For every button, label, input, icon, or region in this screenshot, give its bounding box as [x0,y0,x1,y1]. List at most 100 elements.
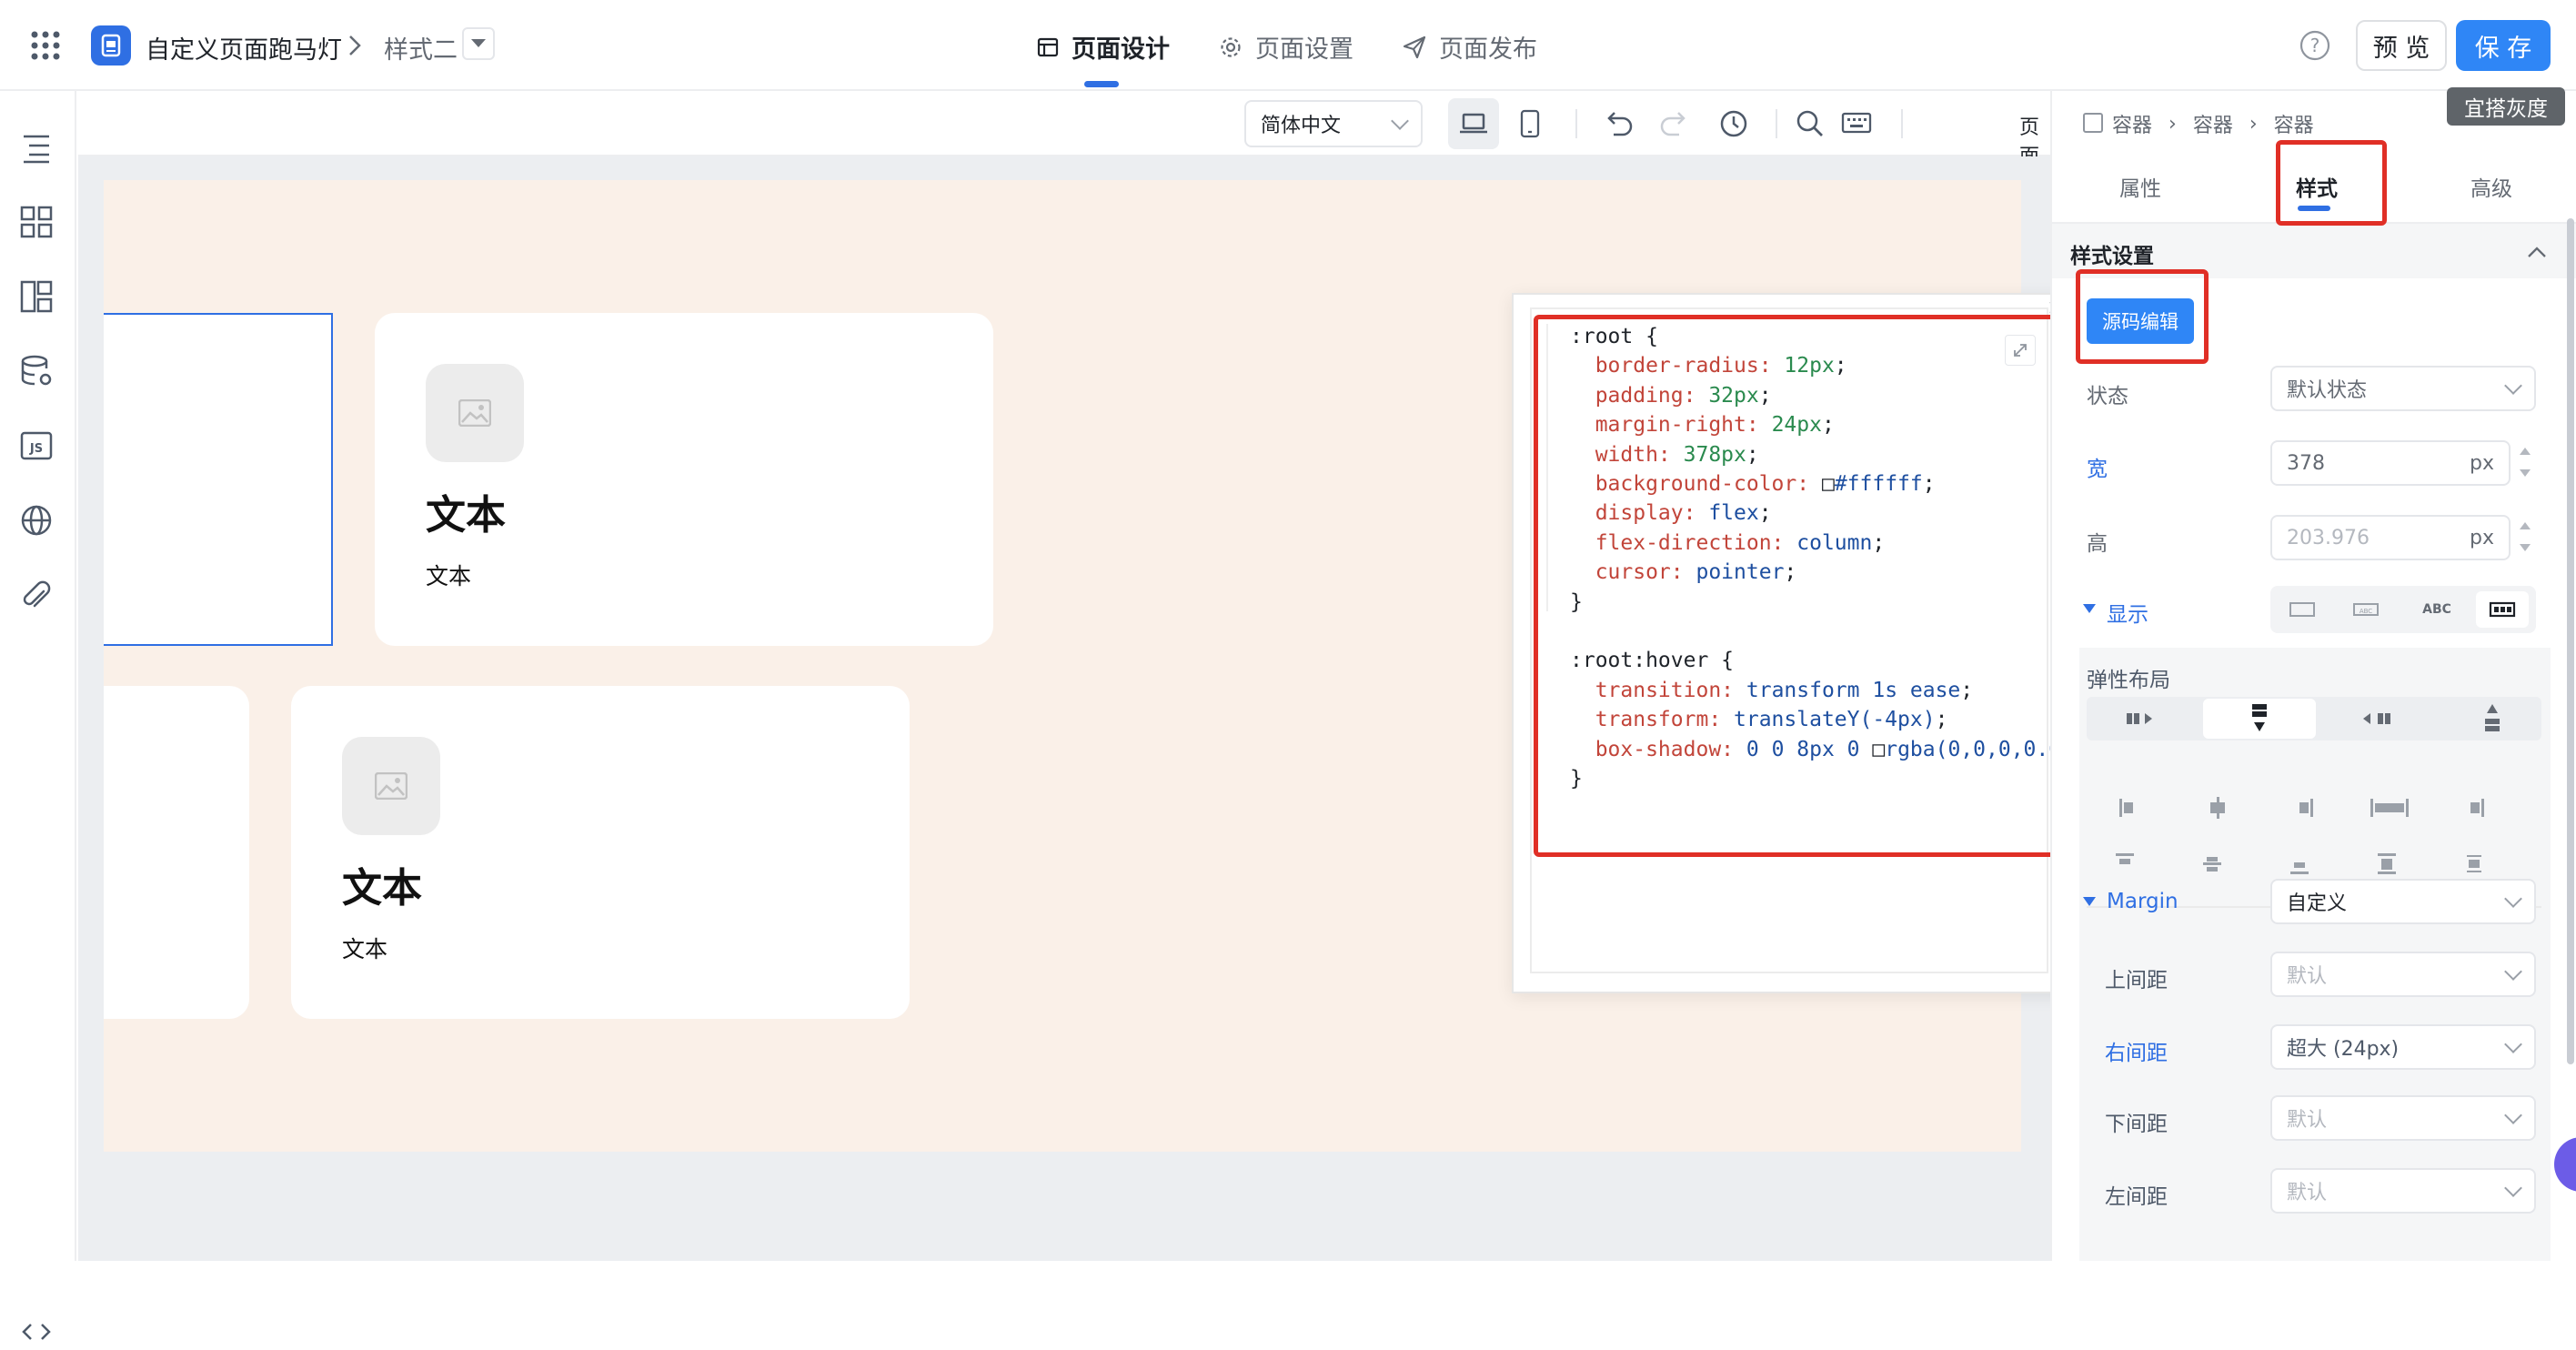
direction-row-icon[interactable] [2125,706,2161,731]
mobile-view-icon[interactable] [1519,109,1541,138]
code-brackets-icon[interactable] [18,1314,55,1350]
apps-grid-icon[interactable] [31,31,60,60]
layout-icon[interactable] [18,278,55,315]
active-tab-indicator [1084,81,1119,87]
stepper-arrows-icon[interactable] [2518,444,2532,480]
gear-icon [1221,36,1241,57]
breadcrumb-item[interactable]: 容器 [2112,109,2152,138]
tab-properties[interactable]: 属性 [2119,171,2161,202]
width-input[interactable]: 378 px [2270,440,2511,486]
height-input[interactable]: 203.976 px [2270,515,2511,560]
preview-button[interactable]: 预 览 [2356,20,2447,71]
state-select[interactable]: 默认状态 [2270,366,2536,411]
margin-left-label: 左间距 [2105,1185,2168,1209]
style-name[interactable]: 样式二 [384,30,458,65]
chevron-down-icon [2504,890,2522,908]
margin-bottom-value: 默认 [2287,1109,2328,1132]
breadcrumb-item[interactable]: 容器 [2193,109,2233,138]
display-label: 显示 [2107,603,2148,627]
globe-icon[interactable] [18,502,55,539]
justify-center-icon[interactable] [2194,851,2230,877]
search-icon[interactable] [1796,109,1825,138]
data-source-icon[interactable] [18,353,55,389]
canvas-toolbar: 简体中文 页面属性 new [78,91,2141,227]
display-inline-option[interactable]: ABC [2347,597,2385,622]
justify-end-icon[interactable] [2281,851,2318,877]
block-icon [2289,602,2315,617]
page-design-icon [1037,37,1059,56]
align-stretch-icon[interactable] [2367,795,2412,821]
margin-top-label: 上间距 [2105,969,2168,992]
height-value: 203.976 [2287,526,2370,549]
tab-label: 页面设计 [1072,35,1170,64]
image-placeholder [426,364,524,462]
carousel-card[interactable]: 文本 文本 [291,686,910,1019]
justify-start-icon[interactable] [2107,851,2143,877]
chevron-down-icon [2504,1179,2522,1197]
app-title[interactable]: 自定义页面跑马灯 [146,30,342,65]
carousel-card[interactable]: 文本 文本 [375,313,993,646]
display-block-option[interactable] [2287,597,2318,622]
width-value: 378 [2287,451,2325,475]
unit-label: px [2470,526,2494,549]
components-grid-icon[interactable] [18,204,55,240]
caret-down-icon[interactable] [2083,604,2096,615]
chevron-up-icon[interactable] [2527,246,2547,258]
outline-tree-icon[interactable] [18,129,55,166]
align-end-icon[interactable] [2287,795,2323,821]
direction-column-reverse-icon[interactable] [2474,702,2511,735]
display-inline-block-option[interactable]: ABC [2414,597,2460,622]
redo-icon[interactable] [1659,111,1690,136]
margin-bottom-select[interactable]: 默认 [2270,1095,2536,1141]
width-label: 宽 [2087,458,2108,481]
left-icon-rail: JS [0,91,76,1340]
tab-label: 页面发布 [1439,35,1537,64]
caret-down-icon [471,39,486,47]
chevron-right-icon: › [2168,112,2177,136]
top-bar: 自定义页面跑马灯 样式二 页面设计 页面设置 页面发布 ? 预 览 保 存 [0,0,2576,91]
chevron-down-icon [2504,377,2522,395]
undo-icon[interactable] [1603,111,1634,136]
tab-page-design[interactable]: 页面设计 [1037,29,1170,65]
tab-page-publish[interactable]: 页面发布 [1403,29,1537,65]
inline-icon: ABC [2353,603,2379,616]
save-button[interactable]: 保 存 [2456,20,2551,71]
component-breadcrumb: 容器 › 容器 › 容器 [2112,109,2314,138]
card-fragment[interactable] [104,686,249,1019]
align-center-icon[interactable] [2199,795,2236,821]
keyboard-icon[interactable] [1841,111,1872,135]
align-baseline-icon[interactable] [2461,795,2498,821]
toolbar-divider [1901,109,1903,138]
direction-row-reverse-icon[interactable] [2360,706,2396,731]
margin-left-select[interactable]: 默认 [2270,1168,2536,1214]
margin-right-select[interactable]: 超大 (24px) [2270,1024,2536,1070]
caret-down-icon[interactable] [2083,897,2096,908]
help-icon[interactable]: ? [2299,30,2330,61]
card-text: 文本 [342,936,388,962]
panel-scrollbar[interactable] [2567,218,2574,1064]
margin-label: Margin [2107,890,2179,913]
margin-top-select[interactable]: 默认 [2270,952,2536,997]
direction-column-icon[interactable] [2241,702,2278,735]
margin-mode-select[interactable]: 自定义 [2270,879,2536,924]
desktop-view-button[interactable] [1448,98,1499,149]
history-icon[interactable] [1719,109,1748,138]
justify-around-icon[interactable] [2456,851,2492,877]
selected-card-fragment[interactable] [104,313,333,646]
align-start-icon[interactable] [2112,795,2148,821]
style-dropdown-button[interactable] [462,27,495,60]
display-flex-option[interactable] [2476,591,2529,628]
tab-page-settings[interactable]: 页面设置 [1219,29,1353,65]
justify-between-icon[interactable] [2369,851,2405,877]
height-label: 高 [2087,532,2108,556]
stepper-arrows-icon[interactable] [2518,519,2532,555]
chevron-down-icon [2504,962,2522,981]
tab-advanced[interactable]: 高级 [2470,171,2512,202]
attachment-icon[interactable] [18,579,55,615]
js-code-icon[interactable]: JS [18,428,55,464]
right-settings-panel: 容器 › 容器 › 容器 属性 样式 高级 样式设置 源码编辑 状态 默认状态 … [2050,91,2576,1261]
highlight-box-code [1534,315,2056,857]
send-icon [1403,35,1426,58]
language-select[interactable]: 简体中文 [1244,100,1423,147]
breadcrumb-item[interactable]: 容器 [2274,109,2314,138]
